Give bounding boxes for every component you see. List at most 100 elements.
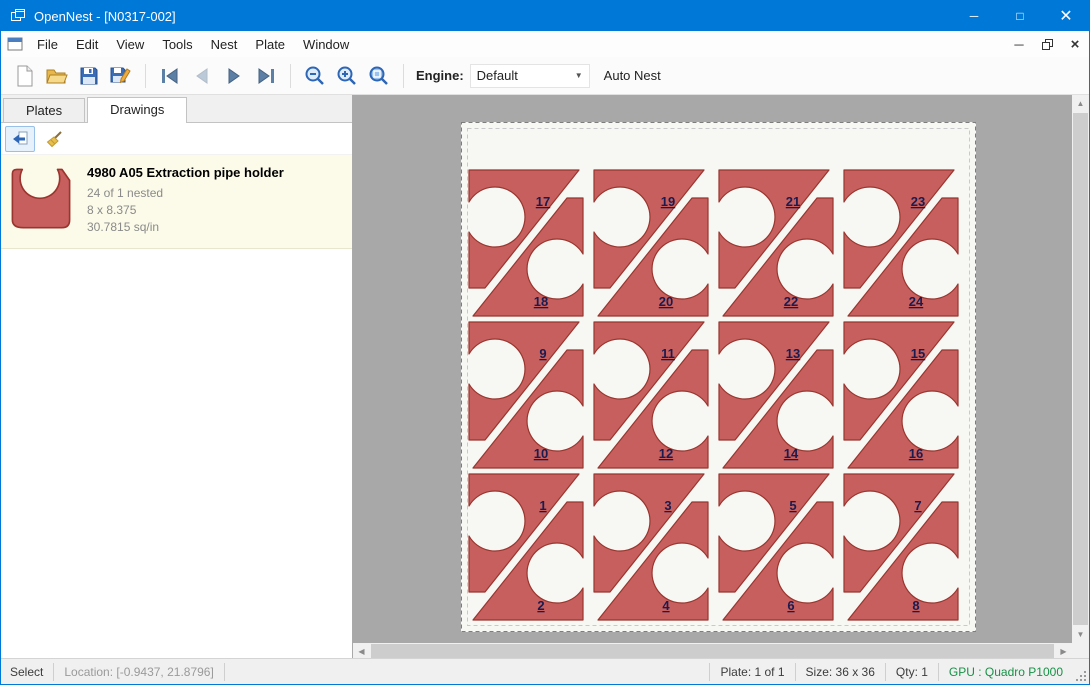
part-number-label: 20 [659, 294, 673, 309]
zoom-fit-icon [368, 65, 390, 87]
drawing-area: 30.7815 sq/in [87, 219, 284, 236]
part-number-label: 4 [662, 598, 670, 613]
status-mode: Select [1, 663, 54, 681]
part-number-label: 15 [911, 346, 925, 361]
menu-tools[interactable]: Tools [153, 33, 201, 56]
window-title: OpenNest - [N0317-002] [34, 9, 951, 24]
nav-next-button[interactable] [218, 61, 250, 91]
part-number-label: 16 [909, 446, 923, 461]
menu-nest[interactable]: Nest [202, 33, 247, 56]
tab-drawings[interactable]: Drawings [87, 97, 187, 123]
vertical-scroll-thumb[interactable] [1073, 113, 1088, 625]
vertical-scrollbar[interactable]: ▲ ▼ [1072, 95, 1089, 643]
part-thumbnail [9, 165, 73, 231]
drawing-title: 4980 A05 Extraction pipe holder [87, 165, 284, 180]
save-edit-icon [110, 65, 132, 86]
status-location: Location: [-0.9437, 21.8796] [54, 663, 224, 681]
part-number-label: 21 [786, 194, 800, 209]
menu-window[interactable]: Window [294, 33, 358, 56]
part-number-label: 2 [537, 598, 544, 613]
part-number-label: 3 [664, 498, 671, 513]
menu-plate[interactable]: Plate [246, 33, 294, 56]
menu-bar: File Edit View Tools Nest Plate Window ─… [1, 31, 1089, 57]
mdi-minimize-button[interactable]: ─ [1005, 33, 1033, 55]
menu-view[interactable]: View [107, 33, 153, 56]
engine-label: Engine: [416, 68, 464, 83]
engine-value: Default [477, 68, 561, 83]
nest-canvas[interactable]: 171819202122232491011121314151612345678 … [353, 95, 1089, 660]
part-number-label: 8 [912, 598, 919, 613]
mdi-close-button[interactable]: × [1061, 33, 1089, 55]
menu-edit[interactable]: Edit [67, 33, 107, 56]
nav-prev-button[interactable] [186, 61, 218, 91]
part-number-label: 6 [787, 598, 794, 613]
send-to-drawing-icon [11, 130, 29, 148]
plate[interactable]: 171819202122232491011121314151612345678 [461, 122, 976, 632]
main-toolbar: Engine: Default ▼ Auto Nest [1, 57, 1089, 95]
zoom-fit-button[interactable] [363, 61, 395, 91]
zoom-out-icon [304, 65, 326, 87]
nav-first-icon [159, 67, 181, 85]
resize-grip[interactable] [1073, 659, 1089, 684]
send-to-drawing-button[interactable] [5, 126, 35, 152]
nav-next-icon [223, 67, 245, 85]
drawing-nested-count: 24 of 1 nested [87, 185, 284, 202]
part-number-label: 13 [786, 346, 800, 361]
tab-plates[interactable]: Plates [3, 98, 85, 122]
clean-button[interactable] [39, 126, 69, 152]
part-number-label: 23 [911, 194, 925, 209]
drawing-dimensions: 8 x 8.375 [87, 202, 284, 219]
part-number-label: 10 [534, 446, 548, 461]
app-icon [10, 8, 26, 24]
part-number-label: 5 [789, 498, 796, 513]
open-button[interactable] [41, 61, 73, 91]
status-plate: Plate: 1 of 1 [710, 663, 795, 681]
drawing-list-item[interactable]: 4980 A05 Extraction pipe holder 24 of 1 … [1, 155, 352, 249]
sidebar: Plates Drawings [1, 95, 353, 660]
part-number-label: 11 [661, 346, 675, 361]
save-button[interactable] [73, 61, 105, 91]
menu-file[interactable]: File [28, 33, 67, 56]
zoom-in-button[interactable] [331, 61, 363, 91]
nav-first-button[interactable] [154, 61, 186, 91]
engine-select[interactable]: Default ▼ [470, 64, 590, 88]
chevron-down-icon: ▼ [575, 71, 583, 80]
status-bar: Select Location: [-0.9437, 21.8796] Plat… [1, 658, 1089, 684]
horizontal-scroll-thumb[interactable] [371, 644, 1054, 659]
save-edit-button[interactable] [105, 61, 137, 91]
minimize-button[interactable]: ─ [951, 1, 997, 31]
status-qty: Qty: 1 [886, 663, 939, 681]
app-window: OpenNest - [N0317-002] ─ □ ✕ File Edit V… [0, 0, 1090, 685]
drawings-toolbar [1, 123, 352, 155]
nav-last-button[interactable] [250, 61, 282, 91]
open-folder-icon [46, 66, 68, 86]
clean-broom-icon [45, 130, 63, 148]
part-number-label: 9 [539, 346, 546, 361]
sidebar-tabstrip: Plates Drawings [1, 95, 352, 123]
zoom-out-button[interactable] [299, 61, 331, 91]
zoom-in-icon [336, 65, 358, 87]
scroll-up-arrow[interactable]: ▲ [1072, 95, 1089, 112]
nest-cells: 171819202122232491011121314151612345678 [469, 170, 958, 620]
auto-nest-button[interactable]: Auto Nest [604, 68, 661, 83]
status-size: Size: 36 x 36 [796, 663, 886, 681]
part-number-label: 24 [909, 294, 924, 309]
status-gpu: GPU : Quadro P1000 [939, 663, 1073, 681]
part-number-label: 19 [661, 194, 675, 209]
maximize-button[interactable]: □ [997, 1, 1043, 31]
part-number-label: 17 [536, 194, 550, 209]
save-icon [79, 66, 99, 86]
close-button[interactable]: ✕ [1043, 1, 1089, 31]
part-number-label: 12 [659, 446, 673, 461]
resize-grip-icon [1075, 670, 1087, 682]
new-file-icon [15, 65, 35, 87]
nav-prev-icon [191, 67, 213, 85]
part-number-label: 14 [784, 446, 799, 461]
scroll-down-arrow[interactable]: ▼ [1072, 626, 1089, 643]
part-number-label: 7 [914, 498, 921, 513]
part-number-label: 22 [784, 294, 798, 309]
new-button[interactable] [9, 61, 41, 91]
part-number-label: 18 [534, 294, 548, 309]
mdi-restore-button[interactable] [1033, 33, 1061, 55]
restore-icon [1042, 39, 1053, 50]
